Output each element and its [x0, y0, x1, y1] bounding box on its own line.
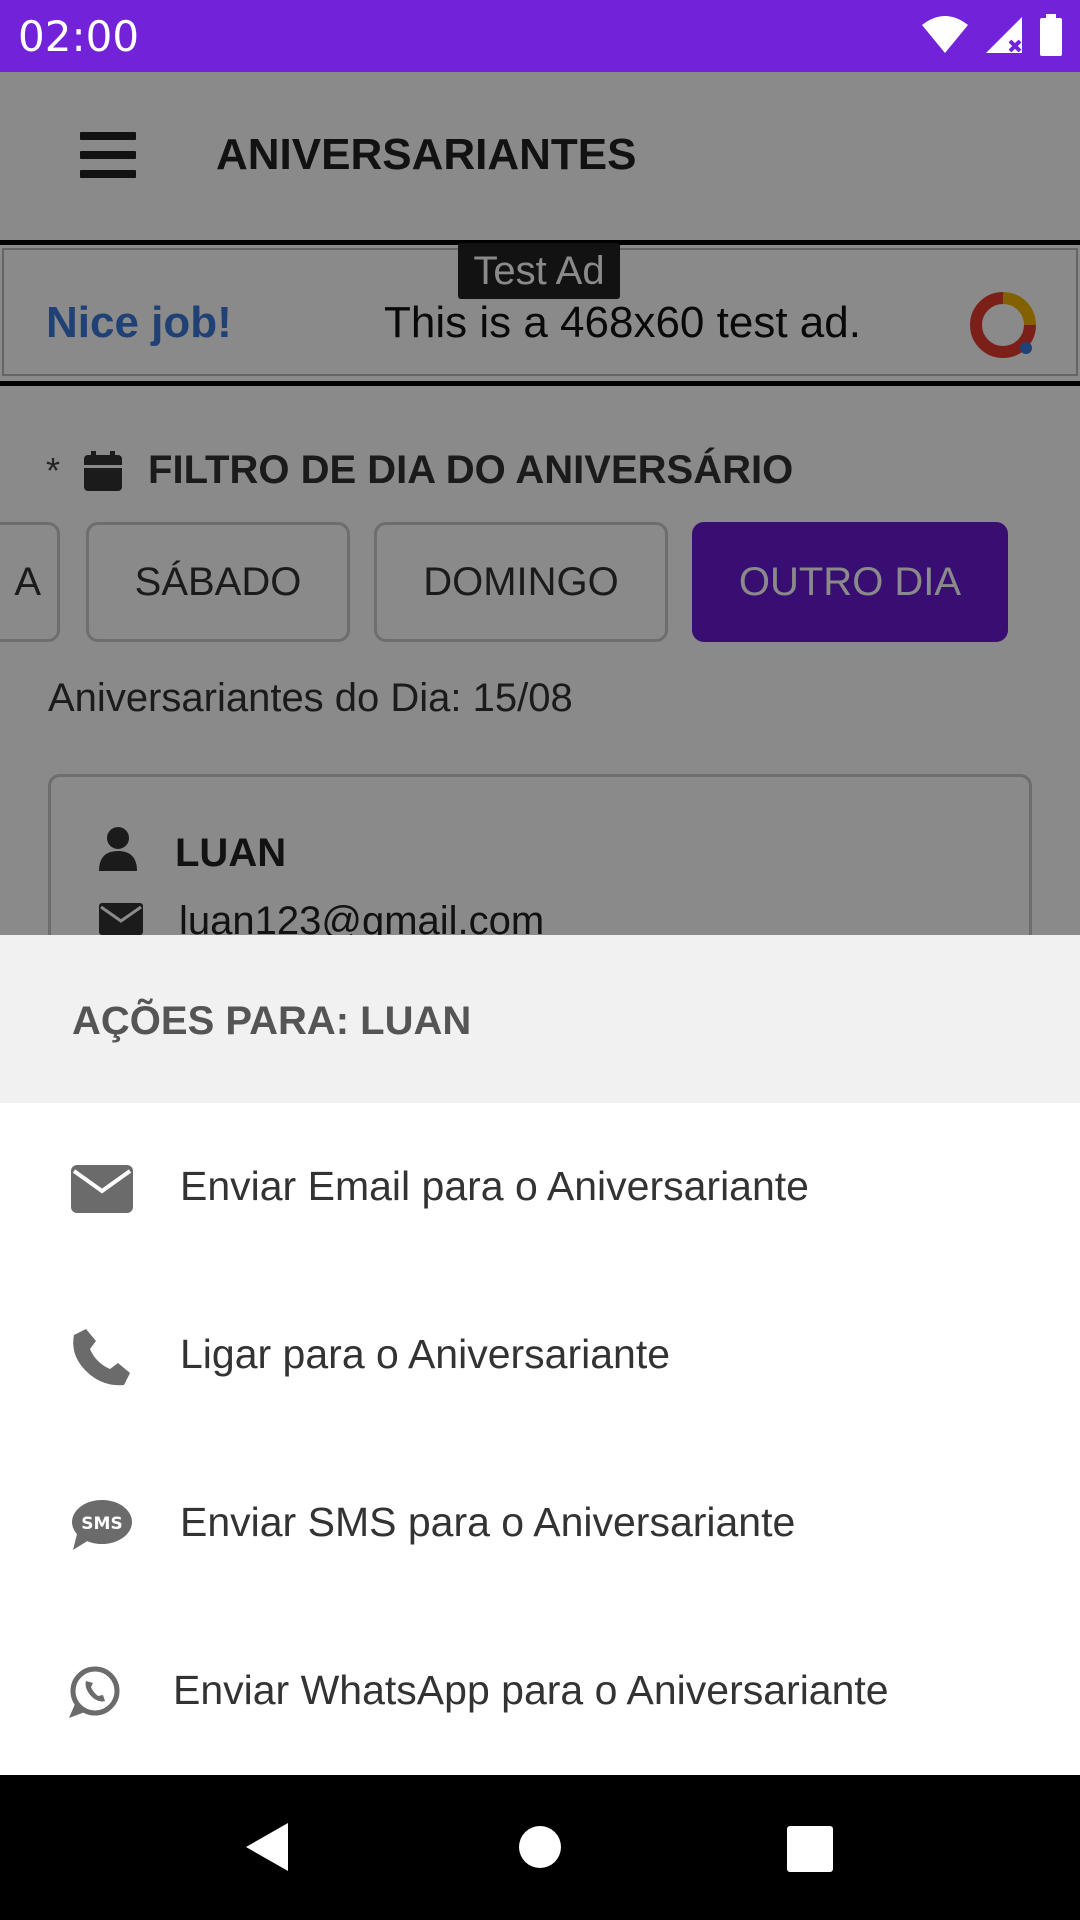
status-icons: [920, 14, 1064, 56]
action-send-email[interactable]: Enviar Email para o Aniversariante: [0, 1103, 1080, 1271]
whatsapp-icon: [62, 1665, 126, 1721]
wifi-icon: [922, 16, 968, 53]
action-send-sms[interactable]: SMS Enviar SMS para o Aniversariante: [0, 1439, 1080, 1607]
actions-bottom-sheet: AÇÕES PARA: LUAN Enviar Email para o Ani…: [0, 935, 1080, 1775]
sheet-title: AÇÕES PARA: LUAN: [72, 999, 472, 1043]
action-label: Enviar Email para o Aniversariante: [180, 1163, 809, 1209]
signal-icon: [986, 17, 1022, 53]
envelope-icon: [70, 1161, 134, 1217]
sheet-header: AÇÕES PARA: LUAN: [0, 935, 1080, 1103]
home-icon[interactable]: [518, 1825, 562, 1869]
svg-text:SMS: SMS: [81, 1514, 122, 1534]
navigation-bar: [0, 1775, 1080, 1920]
back-icon[interactable]: [244, 1821, 290, 1873]
status-bar: 02:00: [0, 0, 1080, 72]
modal-scrim[interactable]: [0, 72, 1080, 935]
recents-icon[interactable]: [787, 1826, 833, 1872]
phone-icon: [70, 1329, 134, 1386]
action-label: Ligar para o Aniversariante: [180, 1331, 671, 1377]
action-call[interactable]: Ligar para o Aniversariante: [0, 1271, 1080, 1439]
action-label: Enviar WhatsApp para o Aniversariante: [173, 1667, 889, 1713]
sms-icon: SMS: [70, 1497, 134, 1553]
status-time: 02:00: [18, 12, 140, 61]
action-label: Enviar SMS para o Aniversariante: [180, 1499, 796, 1545]
battery-icon: [1040, 14, 1062, 56]
action-send-whatsapp[interactable]: Enviar WhatsApp para o Aniversariante: [0, 1607, 1080, 1775]
